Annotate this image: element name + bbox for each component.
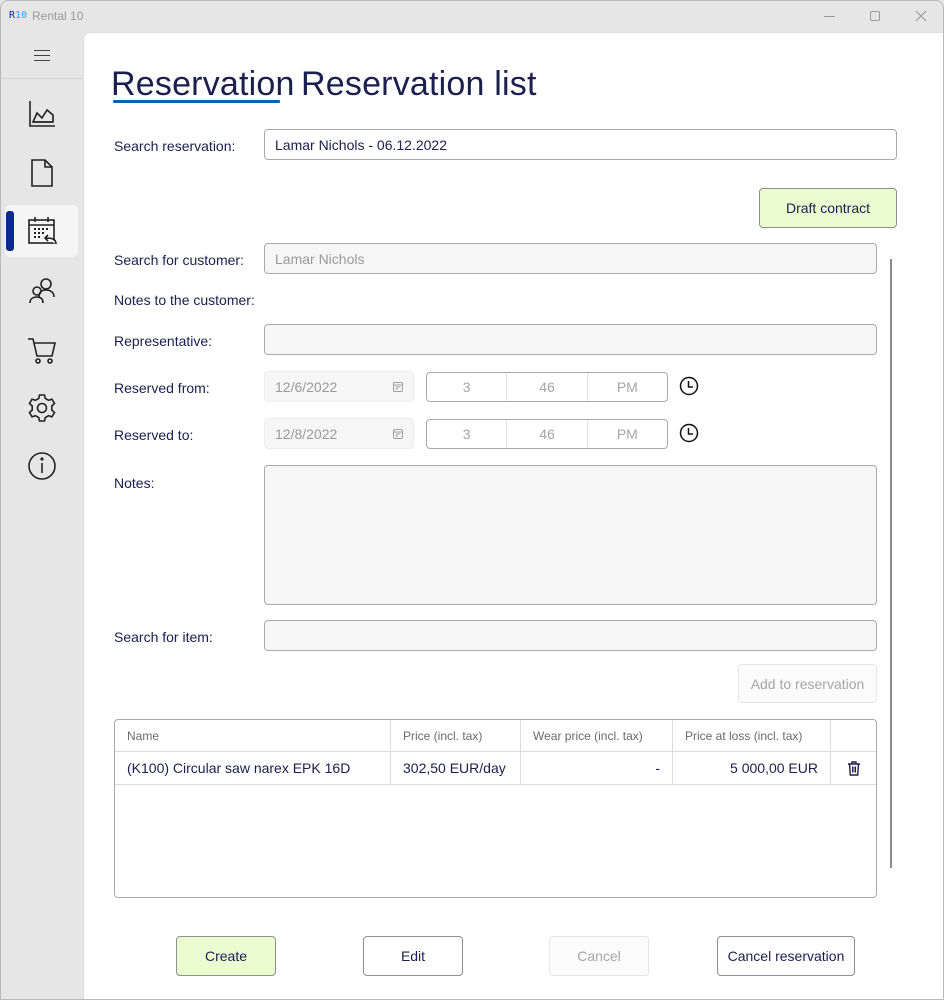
hamburger-menu-icon[interactable] [34, 50, 50, 62]
delete-row-button[interactable] [831, 752, 876, 784]
close-icon [915, 10, 927, 22]
notes-textarea[interactable] [264, 465, 877, 605]
reserved-from-time-picker[interactable]: 3 46 PM [426, 372, 668, 402]
main-content: Reservation Reservation list Search rese… [83, 32, 943, 999]
reserved-to-label: Reserved to: [114, 427, 194, 443]
search-reservation-input[interactable]: Lamar Nichols - 06.12.2022 [264, 129, 897, 160]
reserved-to-date-picker[interactable]: 12/8/2022 [264, 418, 414, 449]
reserved-from-label: Reserved from: [114, 380, 210, 396]
search-customer-label: Search for customer: [114, 252, 244, 268]
minimize-icon [823, 15, 835, 17]
cancel-button[interactable]: Cancel [549, 936, 649, 976]
sidebar-item-settings[interactable] [5, 382, 78, 434]
reserved-from-date-picker[interactable]: 12/6/2022 [264, 371, 414, 402]
table-row[interactable]: (K100) Circular saw narex EPK 16D 302,50… [115, 752, 876, 785]
cell-price: 302,50 EUR/day [391, 752, 521, 784]
column-header-loss-price[interactable]: Price at loss (incl. tax) [673, 720, 831, 751]
search-item-input[interactable] [264, 620, 877, 651]
search-reservation-label: Search reservation: [114, 138, 236, 154]
reserved-from-hour[interactable]: 3 [427, 373, 508, 401]
table-header: Name Price (incl. tax) Wear price (incl.… [115, 720, 876, 752]
column-header-price[interactable]: Price (incl. tax) [391, 720, 521, 751]
reserved-to-hour[interactable]: 3 [427, 420, 508, 448]
minimize-button[interactable] [806, 5, 852, 27]
title-bar: R10 Rental 10 [1, 1, 943, 32]
reserved-to-minute[interactable]: 46 [507, 420, 588, 448]
chart-area-icon [28, 101, 55, 127]
representative-input[interactable] [264, 324, 877, 355]
calendar-icon [393, 429, 403, 439]
vertical-scrollbar[interactable] [890, 259, 892, 868]
tab-reservation[interactable]: Reservation [111, 65, 295, 104]
search-item-label: Search for item: [114, 629, 213, 645]
cell-name: (K100) Circular saw narex EPK 16D [115, 752, 391, 784]
items-table: Name Price (incl. tax) Wear price (incl.… [114, 719, 877, 898]
active-tab-underline [113, 100, 280, 103]
close-button[interactable] [898, 5, 943, 27]
people-icon [28, 278, 55, 304]
sidebar [1, 32, 83, 999]
draft-contract-button[interactable]: Draft contract [759, 188, 897, 228]
clock-icon[interactable] [679, 423, 699, 443]
representative-label: Representative: [114, 333, 213, 349]
cart-icon [27, 338, 56, 364]
sidebar-item-shop[interactable] [5, 324, 78, 376]
sidebar-item-customers[interactable] [5, 265, 78, 317]
app-window: R10 Rental 10 Reservation Reservation li… [0, 0, 944, 1000]
column-header-wear-price[interactable]: Wear price (incl. tax) [521, 720, 673, 751]
sidebar-divider [1, 78, 83, 79]
reserved-to-date: 12/8/2022 [275, 425, 338, 442]
calendar-icon [393, 382, 403, 392]
cell-wear-price: - [521, 752, 673, 784]
column-header-actions [831, 720, 876, 751]
column-header-name[interactable]: Name [115, 720, 391, 751]
maximize-icon [870, 11, 880, 21]
edit-button[interactable]: Edit [363, 936, 463, 976]
sidebar-item-documents[interactable] [5, 147, 78, 199]
cell-loss-price: 5 000,00 EUR [673, 752, 831, 784]
gear-icon [27, 394, 56, 422]
notes-to-customer-label: Notes to the customer: [114, 292, 255, 308]
sidebar-item-dashboard[interactable] [5, 88, 78, 140]
sidebar-item-info[interactable] [5, 440, 78, 492]
sidebar-item-reservations[interactable] [5, 205, 78, 257]
reserved-from-minute[interactable]: 46 [507, 373, 588, 401]
reserved-to-ampm[interactable]: PM [588, 420, 667, 448]
add-to-reservation-button[interactable]: Add to reservation [738, 664, 877, 703]
logo-10: 10 [15, 10, 28, 21]
maximize-button[interactable] [852, 5, 898, 27]
cancel-reservation-button[interactable]: Cancel reservation [717, 936, 855, 976]
calendar-return-icon [27, 217, 57, 245]
reserved-to-time-picker[interactable]: 3 46 PM [426, 419, 668, 449]
app-title: Rental 10 [32, 9, 84, 23]
notes-label: Notes: [114, 475, 155, 491]
create-button[interactable]: Create [176, 936, 276, 976]
active-indicator [6, 211, 14, 251]
reserved-from-ampm[interactable]: PM [588, 373, 667, 401]
tab-reservation-list[interactable]: Reservation list [301, 65, 537, 104]
document-icon [30, 159, 53, 187]
info-icon [27, 452, 56, 480]
trash-icon [847, 760, 860, 776]
search-customer-input[interactable]: Lamar Nichols [264, 243, 877, 274]
reserved-from-date: 12/6/2022 [275, 378, 338, 395]
app-logo: R10 [9, 10, 27, 21]
clock-icon[interactable] [679, 376, 699, 396]
